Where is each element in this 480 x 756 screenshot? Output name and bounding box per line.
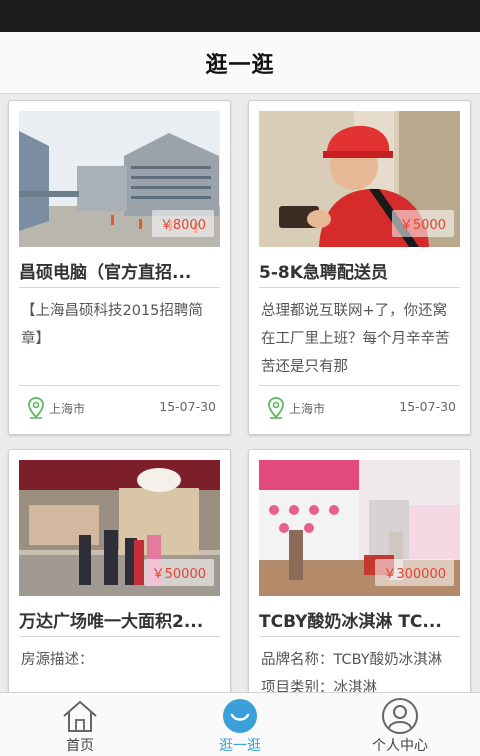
post-description: 【上海昌硕科技2015招聘简章】: [21, 303, 203, 347]
bottom-tab-bar: 首页 逛一逛 个人中心: [0, 692, 480, 756]
home-icon: [63, 700, 97, 732]
post-title[interactable]: 万达广场唯一大面积2...: [19, 607, 220, 632]
tab-label: 逛一逛: [219, 738, 261, 754]
tab-label: 个人中心: [372, 738, 428, 754]
post-date: 15-07-30: [399, 399, 456, 414]
location-text: 上海市: [289, 401, 326, 416]
tab-browse[interactable]: 逛一逛: [160, 693, 320, 756]
divider: [259, 385, 460, 386]
post-title[interactable]: 5-8K急聘配送员: [259, 258, 460, 283]
post-grid[interactable]: ￥8000 昌硕电脑（官方直招... 【上海昌硕科技2015招聘简章】 上海市 …: [0, 94, 480, 692]
post-description: 房源描述：: [21, 652, 94, 668]
location-pin-icon: [28, 397, 44, 419]
divider: [19, 385, 220, 386]
post-card[interactable]: ￥8000 昌硕电脑（官方直招... 【上海昌硕科技2015招聘简章】 上海市 …: [8, 100, 231, 435]
post-card[interactable]: ￥300000 TCBY酸奶冰淇淋 TC... 品牌名称：TCBY酸奶冰淇淋 项…: [248, 449, 471, 692]
post-image: ￥8000: [19, 111, 220, 247]
price-badge: ￥300000: [375, 559, 454, 586]
price-badge: ￥50000: [143, 559, 214, 586]
post-card[interactable]: ￥50000 万达广场唯一大面积2... 房源描述：: [8, 449, 231, 692]
post-image: ￥300000: [259, 460, 460, 596]
browse-icon: [223, 699, 257, 733]
status-bar: [0, 0, 480, 32]
location-pin-icon: [268, 397, 284, 419]
post-title[interactable]: TCBY酸奶冰淇淋 TC...: [259, 607, 460, 632]
post-image: ￥5000: [259, 111, 460, 247]
divider: [19, 287, 220, 288]
user-icon: [382, 698, 418, 734]
post-image: ￥50000: [19, 460, 220, 596]
divider: [259, 287, 460, 288]
price-badge: ￥8000: [151, 210, 214, 237]
page-title: 逛一逛: [205, 52, 275, 78]
location-text: 上海市: [49, 401, 86, 416]
post-description: 总理都说互联网+了，你还窝在工厂里上班？每个月辛辛苦苦还是只有那: [261, 303, 450, 375]
tab-label: 首页: [66, 738, 94, 754]
location: 上海市: [27, 397, 85, 419]
page-header: 逛一逛: [0, 32, 480, 94]
tab-profile[interactable]: 个人中心: [320, 693, 480, 756]
post-title[interactable]: 昌硕电脑（官方直招...: [19, 258, 220, 283]
post-date: 15-07-30: [159, 399, 216, 414]
divider: [259, 636, 460, 637]
divider: [19, 636, 220, 637]
tab-home[interactable]: 首页: [0, 693, 160, 756]
location: 上海市: [267, 397, 325, 419]
post-card[interactable]: ￥5000 5-8K急聘配送员 总理都说互联网+了，你还窝在工厂里上班？每个月辛…: [248, 100, 471, 435]
price-badge: ￥5000: [391, 210, 454, 237]
post-description: 品牌名称：TCBY酸奶冰淇淋 项目类别：冰淇淋: [261, 652, 443, 692]
